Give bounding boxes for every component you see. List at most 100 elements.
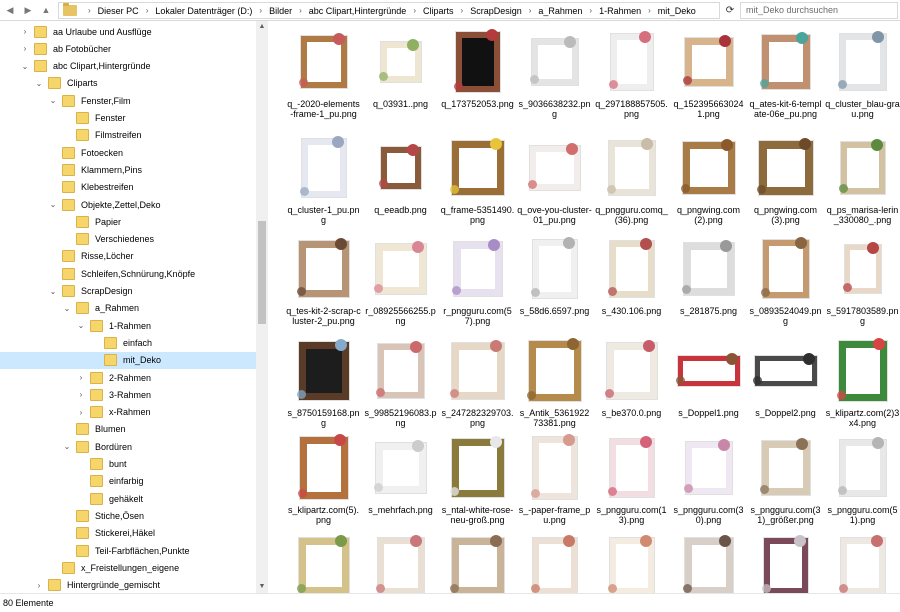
breadcrumb-item[interactable]: mit_Deko [656, 6, 698, 16]
up-arrow-icon[interactable]: ▲ [38, 3, 54, 18]
file-item[interactable]: q_-2020-elements-frame-1_pu.png [286, 27, 361, 130]
file-item[interactable]: q_ps_marisa-lerin_330080_.png [825, 133, 900, 236]
file-item[interactable]: q_pngwing.com(2).png [671, 133, 746, 236]
breadcrumb-separator-icon[interactable]: › [254, 6, 267, 15]
scroll-down-arrow-icon[interactable]: ▼ [256, 581, 268, 593]
tree-item[interactable]: › 2-Rahmen [0, 369, 256, 386]
tree-item[interactable]: einfach [0, 334, 256, 351]
file-item[interactable]: q_03931..png [363, 27, 438, 130]
back-arrow-icon[interactable]: ◀ [2, 3, 18, 18]
chevron-down-icon[interactable]: ⌄ [48, 96, 58, 105]
file-item[interactable]: q_cluster_blau-grau.png [825, 27, 900, 130]
file-item[interactable]: s_430.106.png [594, 234, 669, 337]
breadcrumb-separator-icon[interactable]: › [524, 6, 537, 15]
tree-item[interactable]: ⌄ abc Clipart,Hintergründe [0, 58, 256, 75]
file-item[interactable]: s_klipartz.com(5).png [286, 433, 361, 536]
tree-item[interactable]: › Hintergründe_gemischt [0, 577, 256, 593]
tree-item[interactable]: › ab Fotobücher [0, 40, 256, 57]
breadcrumb-separator-icon[interactable]: › [141, 6, 154, 15]
file-item[interactable]: q_173752053.png [440, 27, 515, 130]
file-item[interactable]: s_0893524049.png [748, 234, 823, 337]
tree-item[interactable]: ⌄ 1-Rahmen [0, 317, 256, 334]
chevron-right-icon[interactable]: › [20, 27, 30, 36]
file-item[interactable]: s_mehrfach.png [363, 433, 438, 536]
tree-item[interactable]: ⌄ Objekte,Zettel,Deko [0, 196, 256, 213]
file-item[interactable]: q_ates-kit-6-template-06e_pu.png [748, 27, 823, 130]
file-item[interactable] [825, 531, 900, 593]
breadcrumb-separator-icon[interactable]: › [643, 6, 656, 15]
tree-item[interactable]: ⌄ Cliparts [0, 75, 256, 92]
tree-item[interactable]: Papier [0, 213, 256, 230]
file-item[interactable]: s_pngguru.com(30).png [671, 433, 746, 536]
breadcrumb-item[interactable]: Lokaler Datenträger (D:) [153, 6, 254, 16]
file-item[interactable]: s_Antik_5361922 73381.png [517, 336, 592, 439]
file-item[interactable]: s_be370.0.png [594, 336, 669, 439]
chevron-right-icon[interactable]: › [76, 390, 86, 399]
forward-arrow-icon[interactable]: ▶ [20, 3, 36, 18]
tree-item[interactable]: ⌄ a_Rahmen [0, 300, 256, 317]
tree-item[interactable]: Fenster [0, 110, 256, 127]
tree-item[interactable]: › aa Urlaube und Ausflüge [0, 23, 256, 40]
file-item[interactable] [440, 531, 515, 593]
breadcrumb-separator-icon[interactable]: › [294, 6, 307, 15]
tree-item[interactable]: Schleifen,Schnürung,Knöpfe [0, 265, 256, 282]
file-item[interactable]: s_-paper-frame_pu.png [517, 433, 592, 536]
tree-item[interactable]: Blumen [0, 421, 256, 438]
breadcrumb-item[interactable]: ScrapDesign [468, 6, 524, 16]
file-item[interactable]: s_99852196083.png [363, 336, 438, 439]
scroll-up-arrow-icon[interactable]: ▲ [256, 21, 268, 33]
file-item[interactable] [748, 531, 823, 593]
file-item[interactable]: r_08925566255.png [363, 234, 438, 337]
tree-item[interactable]: ⌄ Bordüren [0, 438, 256, 455]
chevron-down-icon[interactable]: ⌄ [20, 62, 30, 71]
tree-item[interactable]: Stickerei,Häkel [0, 525, 256, 542]
file-item[interactable] [286, 531, 361, 593]
file-item[interactable]: s_pngguru.com(51).png [825, 433, 900, 536]
navigation-scrollbar[interactable]: ▲ ▼ [256, 21, 268, 593]
scrollbar-thumb[interactable] [258, 221, 266, 324]
file-item[interactable]: q_pngguru.comq_(36).png [594, 133, 669, 236]
tree-item[interactable]: ⌄ Fenster,Film [0, 92, 256, 109]
tree-item[interactable]: ⌄ ScrapDesign [0, 283, 256, 300]
breadcrumb-separator-icon[interactable]: › [408, 6, 421, 15]
tree-item[interactable]: Klebestreifen [0, 179, 256, 196]
file-item[interactable]: q_eeadb.png [363, 133, 438, 236]
breadcrumb-item[interactable]: 1-Rahmen [597, 6, 643, 16]
file-item[interactable]: q_pngwing.com(3).png [748, 133, 823, 236]
file-item[interactable]: s_klipartz.com(2)3x4.png [825, 336, 900, 439]
refresh-icon[interactable]: ⟳ [722, 2, 738, 19]
file-item[interactable]: s_Doppel2.png [748, 336, 823, 439]
chevron-down-icon[interactable]: ⌄ [62, 442, 72, 451]
file-item[interactable] [671, 531, 746, 593]
tree-item[interactable]: Risse,Löcher [0, 248, 256, 265]
file-item[interactable]: q_tes-kit-2-scrap-cluster-2_pu.png [286, 234, 361, 337]
tree-item[interactable]: Stiche,Ösen [0, 507, 256, 524]
chevron-down-icon[interactable]: ⌄ [62, 304, 72, 313]
file-item[interactable]: s_8750159168.png [286, 336, 361, 439]
chevron-down-icon[interactable]: ⌄ [48, 200, 58, 209]
breadcrumb-item[interactable]: Bilder [267, 6, 294, 16]
file-item[interactable]: q_297188857505.png [594, 27, 669, 130]
file-item[interactable] [594, 531, 669, 593]
chevron-right-icon[interactable]: › [76, 373, 86, 382]
file-item[interactable]: q_frame-5351490.png [440, 133, 515, 236]
tree-item[interactable]: mit_Deko [0, 351, 256, 369]
breadcrumb[interactable]: › Dieser PC › Lokaler Datenträger (D:) › Bild… [58, 2, 720, 19]
breadcrumb-separator-icon[interactable]: › [83, 6, 96, 15]
file-item[interactable] [517, 531, 592, 593]
chevron-right-icon[interactable]: › [76, 408, 86, 417]
file-item[interactable]: q_ove-you-cluster-01_pu.png [517, 133, 592, 236]
breadcrumb-separator-icon[interactable]: › [456, 6, 469, 15]
breadcrumb-item[interactable]: Cliparts [421, 6, 456, 16]
breadcrumb-item[interactable]: abc Clipart,Hintergründe [307, 6, 409, 16]
chevron-right-icon[interactable]: › [20, 44, 30, 53]
file-item[interactable]: s_ntal-white-rose-neu-groß.png [440, 433, 515, 536]
file-item[interactable]: s_9036638232.png [517, 27, 592, 130]
chevron-right-icon[interactable]: › [34, 581, 44, 590]
tree-item[interactable]: › 3-Rahmen [0, 386, 256, 403]
tree-item[interactable]: gehäkelt [0, 490, 256, 507]
file-item[interactable]: q_1523956630241.png [671, 27, 746, 130]
tree-item[interactable]: Teil-Farbflächen,Punkte [0, 542, 256, 559]
file-item[interactable]: s_58d6.6597.png [517, 234, 592, 337]
tree-item[interactable]: bunt [0, 456, 256, 473]
